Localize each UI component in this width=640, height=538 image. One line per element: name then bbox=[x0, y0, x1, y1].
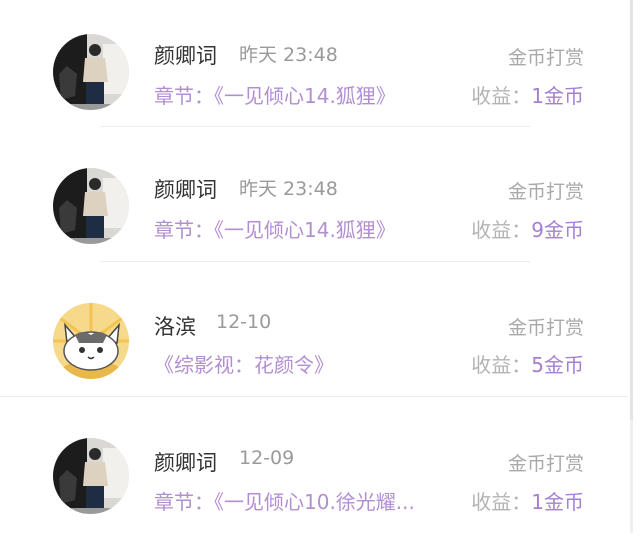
person-photo-avatar[interactable] bbox=[53, 438, 129, 514]
divider bbox=[100, 261, 530, 262]
person-photo-avatar[interactable] bbox=[53, 168, 129, 244]
user-name: 颜卿词 bbox=[154, 44, 217, 68]
reward-type: 金币打赏 bbox=[507, 453, 584, 475]
divider bbox=[100, 126, 530, 127]
reward-record-item[interactable]: 颜卿词 12-09 金币打赏 章节：《一见倾心10.徐光耀... 收益：1金币 bbox=[0, 404, 628, 538]
reward-type: 金币打赏 bbox=[507, 181, 584, 203]
person-photo-icon bbox=[53, 34, 129, 110]
earnings-amount: 9金币 bbox=[531, 218, 584, 242]
earnings-label: 收益： bbox=[471, 490, 532, 514]
earnings-label: 收益： bbox=[471, 218, 532, 242]
person-photo-avatar[interactable] bbox=[53, 34, 129, 110]
chapter-link[interactable]: 《综影视：花颜令》 bbox=[154, 349, 334, 378]
earnings-amount: 5金币 bbox=[531, 353, 584, 377]
scrollbar[interactable] bbox=[630, 0, 633, 533]
reward-time: 12-10 bbox=[216, 311, 272, 333]
chapter-link[interactable]: 章节：《一见倾心14.狐狸》 bbox=[154, 80, 396, 109]
earnings: 收益：9金币 bbox=[471, 214, 584, 243]
user-name: 洛滨 bbox=[154, 315, 196, 339]
user-name: 颜卿词 bbox=[154, 451, 217, 475]
reward-record-item[interactable]: 洛滨 12-10 金币打赏 《综影视：花颜令》 收益：5金币 bbox=[0, 269, 628, 403]
earnings-amount: 1金币 bbox=[531, 490, 584, 514]
cat-face-icon bbox=[53, 303, 129, 379]
earnings: 收益：1金币 bbox=[471, 486, 584, 515]
user-name: 颜卿词 bbox=[154, 178, 217, 202]
reward-record-item[interactable]: 颜卿词 昨天 23:48 金币打赏 章节：《一见倾心14.狐狸》 收益：1金币 bbox=[0, 0, 628, 134]
reward-type: 金币打赏 bbox=[507, 317, 584, 339]
earnings: 收益：1金币 bbox=[471, 80, 584, 109]
earnings-label: 收益： bbox=[471, 84, 532, 108]
reward-time: 昨天 23:48 bbox=[239, 44, 338, 66]
person-photo-icon bbox=[53, 168, 129, 244]
reward-time: 12-09 bbox=[239, 447, 295, 469]
chapter-link[interactable]: 章节：《一见倾心10.徐光耀... bbox=[154, 486, 415, 515]
earnings: 收益：5金币 bbox=[471, 349, 584, 378]
reward-record-item[interactable]: 颜卿词 昨天 23:48 金币打赏 章节：《一见倾心14.狐狸》 收益：9金币 bbox=[0, 134, 628, 268]
reward-type: 金币打赏 bbox=[507, 47, 584, 69]
person-photo-icon bbox=[53, 438, 129, 514]
chapter-link[interactable]: 章节：《一见倾心14.狐狸》 bbox=[154, 214, 396, 243]
earnings-amount: 1金币 bbox=[531, 84, 584, 108]
reward-record-list: 颜卿词 昨天 23:48 金币打赏 章节：《一见倾心14.狐狸》 收益：1金币 … bbox=[0, 0, 628, 533]
cat-cartoon-avatar[interactable] bbox=[53, 303, 129, 379]
divider bbox=[0, 396, 628, 397]
reward-time: 昨天 23:48 bbox=[239, 178, 338, 200]
scrollbar-thumb[interactable] bbox=[630, 0, 633, 420]
earnings-label: 收益： bbox=[471, 353, 532, 377]
